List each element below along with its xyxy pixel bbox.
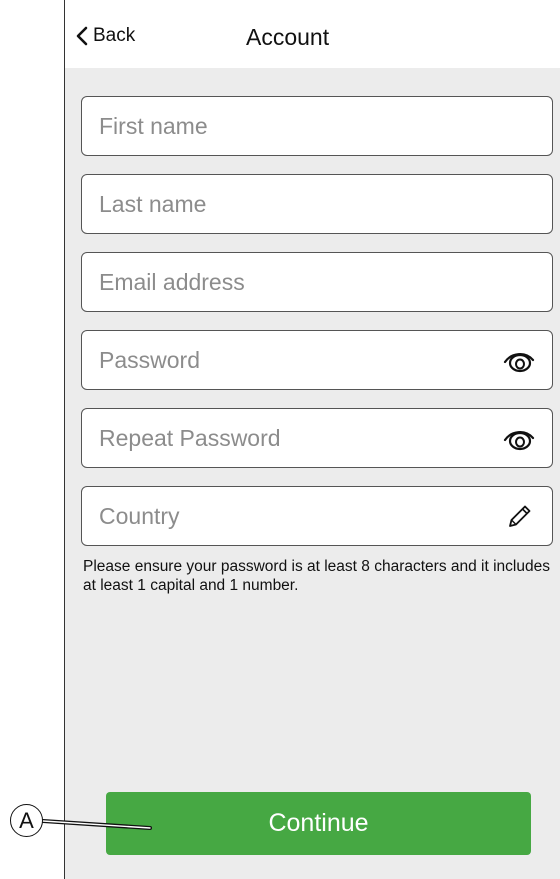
- pencil-icon[interactable]: [503, 501, 535, 533]
- callout-label: A: [10, 804, 43, 837]
- chevron-left-icon: [76, 26, 88, 46]
- phone-screen: Back Account First name Last name Email …: [64, 0, 560, 879]
- eye-icon[interactable]: [503, 423, 535, 455]
- repeat-password-input[interactable]: [82, 409, 552, 467]
- country-input[interactable]: [82, 487, 552, 545]
- repeat-password-field[interactable]: [81, 408, 553, 468]
- password-field[interactable]: [81, 330, 553, 390]
- back-label: Back: [93, 25, 136, 46]
- first-name-field[interactable]: [81, 96, 553, 156]
- password-hint: Please ensure your password is at least …: [83, 558, 550, 594]
- country-field[interactable]: [81, 486, 553, 546]
- eye-icon[interactable]: [503, 345, 535, 377]
- first-name-input[interactable]: [82, 97, 552, 155]
- back-button[interactable]: Back: [75, 22, 135, 50]
- email-field[interactable]: [81, 252, 553, 312]
- page-title: Account: [246, 24, 330, 50]
- continue-button[interactable]: Continue: [106, 792, 531, 855]
- last-name-field[interactable]: [81, 174, 553, 234]
- app-header: Back Account: [65, 0, 560, 68]
- password-input[interactable]: [82, 331, 552, 389]
- email-input[interactable]: [82, 253, 552, 311]
- last-name-input[interactable]: [82, 175, 552, 233]
